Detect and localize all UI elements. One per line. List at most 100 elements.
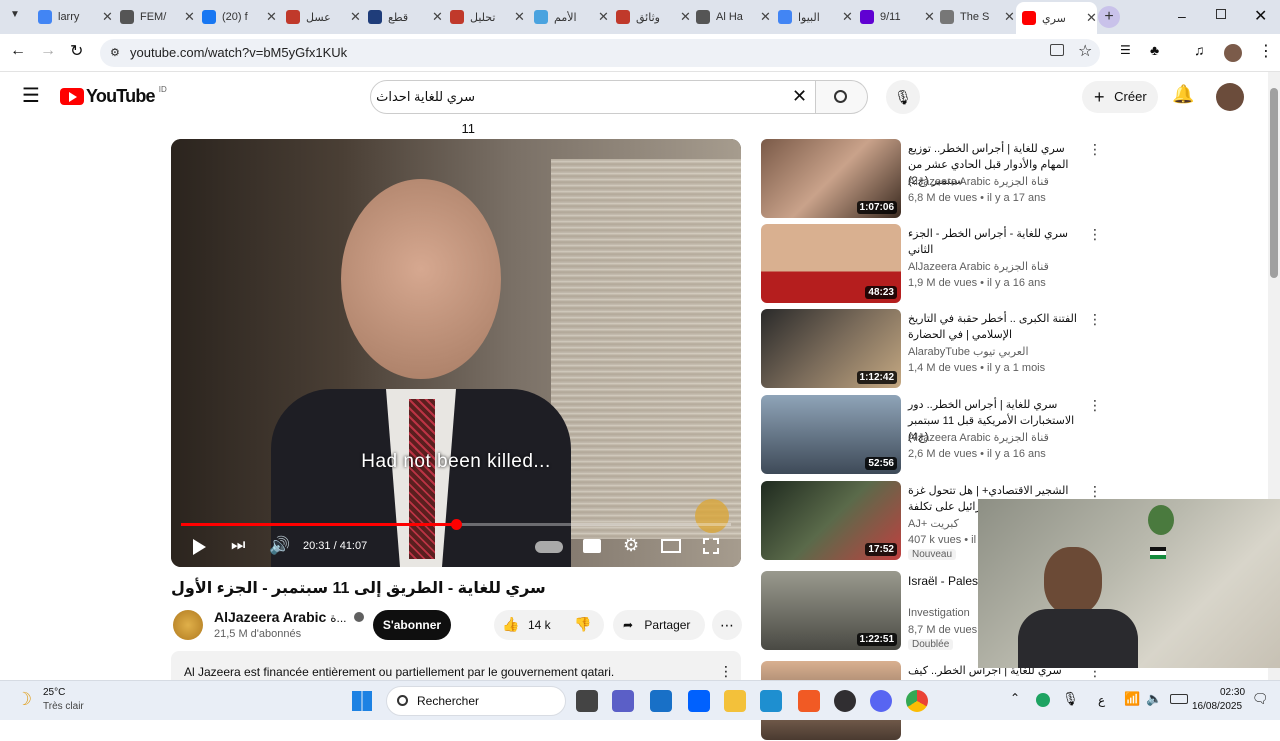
- notification-center-icon[interactable]: 🗨: [1252, 691, 1269, 707]
- more-options-icon[interactable]: ⋮: [1088, 141, 1102, 158]
- search-input[interactable]: سري للغاية احداث 11: [370, 80, 816, 136]
- voice-search-icon[interactable]: 🎙: [886, 80, 920, 114]
- clear-search-icon[interactable]: ✕: [792, 86, 807, 107]
- address-bar[interactable]: ⚙ youtube.com/watch?v=bM5yGfx1KUk: [100, 39, 1100, 67]
- chrome-icon[interactable]: [906, 690, 928, 712]
- tab-close-icon[interactable]: ✕: [1086, 10, 1097, 26]
- translate-icon[interactable]: ☰: [1120, 43, 1131, 57]
- video-thumbnail[interactable]: 52:56: [761, 395, 901, 474]
- account-avatar[interactable]: [1216, 83, 1244, 111]
- browser-tab[interactable]: سري ✕: [1016, 2, 1097, 34]
- theater-mode-icon[interactable]: [661, 539, 681, 553]
- tab-close-icon[interactable]: ✕: [514, 9, 525, 25]
- tab-close-icon[interactable]: ✕: [1004, 9, 1015, 25]
- browser-tab[interactable]: Al Ha ✕: [690, 4, 771, 30]
- media-icon[interactable]: ♫: [1194, 42, 1205, 58]
- chrome-menu-icon[interactable]: ⋮: [1258, 41, 1274, 61]
- start-windows-icon[interactable]: [352, 691, 372, 711]
- file-explorer-icon[interactable]: [724, 690, 746, 712]
- recommended-video-title[interactable]: سري للغاية - أجراس الخطر - الجزء الثاني: [908, 226, 1078, 258]
- tab-close-icon[interactable]: ✕: [350, 9, 361, 25]
- browser-tab[interactable]: البيوا ✕: [772, 4, 853, 30]
- discord-icon[interactable]: [870, 690, 892, 712]
- progress-scrubber[interactable]: [451, 519, 462, 530]
- subtitles-icon[interactable]: [583, 539, 601, 553]
- input-language[interactable]: ع: [1098, 693, 1105, 707]
- profile-avatar[interactable]: [1224, 44, 1242, 62]
- recommended-channel[interactable]: AlarabyTube العربي تيوب: [908, 345, 1029, 358]
- browser-tab[interactable]: عسل ✕: [280, 4, 361, 30]
- dislike-button[interactable]: 👎: [574, 616, 591, 633]
- recommended-video[interactable]: 52:56 سري للغاية | أجراس الخطر.. دور الاس…: [761, 395, 1102, 475]
- video-thumbnail[interactable]: 1:12:42: [761, 309, 901, 388]
- app-icon[interactable]: [760, 690, 782, 712]
- browser-tab[interactable]: قطع ✕: [362, 4, 443, 30]
- autoplay-toggle[interactable]: [535, 541, 563, 553]
- notifications-bell-icon[interactable]: 🔔: [1172, 84, 1194, 105]
- recommended-channel[interactable]: AlJazeera Arabic قناة الجزيرة: [908, 431, 1049, 444]
- hamburger-menu-icon[interactable]: ☰: [22, 86, 40, 106]
- video-thumbnail[interactable]: 17:52: [761, 481, 901, 560]
- browser-tab[interactable]: (20) f ✕: [196, 4, 277, 30]
- tab-close-icon[interactable]: ✕: [184, 9, 195, 25]
- volume-icon[interactable]: 🔊: [269, 536, 290, 556]
- teams-icon[interactable]: [612, 690, 634, 712]
- recommended-video[interactable]: 48:23 سري للغاية - أجراس الخطر - الجزء ال…: [761, 224, 1102, 304]
- channel-avatar[interactable]: [173, 610, 203, 640]
- more-options-icon[interactable]: ⋮: [1088, 311, 1102, 328]
- video-player[interactable]: Had not been killed... ⏭ 🔊 20:31 / 41:07…: [171, 139, 741, 567]
- subscribe-button[interactable]: S'abonner: [373, 610, 451, 640]
- minimize-icon[interactable]: –: [1178, 8, 1186, 24]
- video-thumbnail[interactable]: 1:07:06: [761, 139, 901, 218]
- share-button[interactable]: ➦ Partager: [613, 610, 705, 640]
- back-icon[interactable]: ←: [10, 42, 26, 60]
- browser-tab[interactable]: تحليل ✕: [444, 4, 525, 30]
- tab-close-icon[interactable]: ✕: [598, 9, 609, 25]
- weather-moon-icon[interactable]: ☽: [16, 689, 32, 710]
- battery-icon[interactable]: [1170, 694, 1188, 704]
- wifi-icon[interactable]: 📶: [1124, 691, 1140, 707]
- taskbar-search-box[interactable]: Rechercher: [386, 686, 566, 716]
- forward-icon[interactable]: →: [40, 42, 56, 60]
- play-icon[interactable]: [193, 539, 206, 555]
- like-button[interactable]: 👍: [502, 616, 519, 633]
- recommended-channel[interactable]: AJ+ كبريت: [908, 517, 959, 530]
- browser-tab[interactable]: The S ✕: [934, 4, 1015, 30]
- more-options-icon[interactable]: ⋮: [1088, 397, 1102, 414]
- recommended-video[interactable]: 1:07:06 سري للغاية | أجراس الخطر.. توزيع …: [761, 139, 1102, 219]
- recommended-video[interactable]: 1:12:42 الفتنة الكبرى .. أخطر حقبة في الت…: [761, 309, 1102, 389]
- brave-icon[interactable]: [798, 690, 820, 712]
- settings-gear-icon[interactable]: ⚙: [623, 535, 639, 556]
- browser-tab[interactable]: larry ✕: [32, 4, 113, 30]
- video-thumbnail[interactable]: 1:22:51: [761, 571, 901, 650]
- dropbox-icon[interactable]: [688, 690, 710, 712]
- scrollbar-thumb[interactable]: [1270, 88, 1278, 278]
- funding-more-icon[interactable]: ⋮: [719, 663, 733, 680]
- more-options-icon[interactable]: ⋮: [1088, 483, 1102, 500]
- recommended-channel[interactable]: Investigation: [908, 607, 970, 619]
- more-options-icon[interactable]: ⋮: [1088, 226, 1102, 243]
- tab-close-icon[interactable]: ✕: [266, 9, 277, 25]
- clock-date[interactable]: 16/08/2025: [1192, 701, 1242, 712]
- recommended-video-title[interactable]: الفتنة الكبرى .. أخطر حقبة في التاريخ ال…: [908, 311, 1078, 343]
- browser-tab[interactable]: الأمم ✕: [528, 4, 609, 30]
- clock-time[interactable]: 02:30: [1220, 687, 1245, 698]
- site-info-icon[interactable]: ⚙: [110, 39, 120, 67]
- tab-search-icon[interactable]: ▼: [10, 9, 20, 20]
- tab-close-icon[interactable]: ✕: [432, 9, 443, 25]
- video-thumbnail[interactable]: 48:23: [761, 224, 901, 303]
- close-window-icon[interactable]: ✕: [1254, 6, 1267, 26]
- recommended-channel[interactable]: AlJazeera Arabic قناة الجزيرة: [908, 175, 1049, 188]
- tray-app-icon[interactable]: [1036, 693, 1050, 707]
- tab-close-icon[interactable]: ✕: [842, 9, 853, 25]
- more-actions-button[interactable]: ⋯: [712, 610, 742, 640]
- reload-icon[interactable]: ↻: [70, 41, 83, 61]
- tab-close-icon[interactable]: ✕: [760, 9, 771, 25]
- maximize-icon[interactable]: [1216, 9, 1226, 19]
- search-button[interactable]: [816, 80, 868, 114]
- extensions-icon[interactable]: ♣: [1150, 42, 1159, 58]
- next-video-icon[interactable]: ⏭: [231, 537, 245, 555]
- speaker-icon[interactable]: 🔈: [1146, 691, 1162, 707]
- tray-chevron-icon[interactable]: ⌃: [1010, 691, 1020, 705]
- task-view-icon[interactable]: [576, 690, 598, 712]
